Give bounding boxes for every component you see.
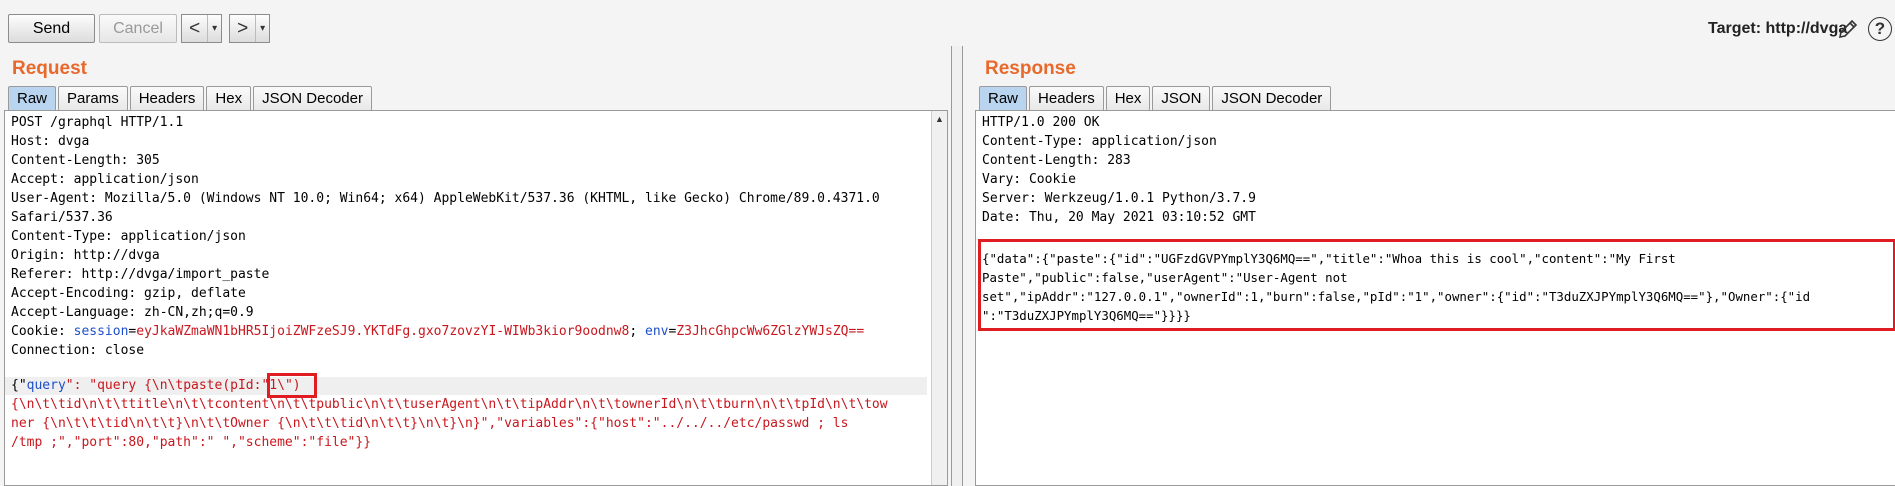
- request-title: Request: [12, 58, 87, 79]
- send-button[interactable]: Send: [8, 14, 95, 43]
- cancel-button[interactable]: Cancel: [99, 14, 177, 43]
- body-line: ner {\n\t\t\tid\n\t\t}\n\t\tOwner {\n\t\…: [11, 416, 849, 431]
- request-editor[interactable]: POST /graphql HTTP/1.1 Host: dvga Conten…: [4, 110, 948, 486]
- cookie-env-key: env: [645, 324, 669, 339]
- request-header: Connection: close: [11, 343, 145, 358]
- request-header: Content-Type: application/json: [11, 229, 246, 244]
- request-header: Content-Length: 305: [11, 153, 160, 168]
- body-query-key: query: [26, 378, 66, 393]
- cookie-session-value: eyJkaWZmaWN1bHR5IjoiZWFzeSJ9.YKTdFg.gxo7…: [136, 324, 630, 339]
- cookie-prefix: Cookie:: [11, 324, 74, 339]
- request-header: Origin: http://dvga: [11, 248, 160, 263]
- request-tab-headers[interactable]: Headers: [129, 86, 205, 110]
- response-header: Content-Type: application/json: [982, 134, 1217, 149]
- request-scrollbar[interactable]: ▲: [931, 111, 947, 485]
- response-tab-headers[interactable]: Headers: [1029, 86, 1104, 110]
- response-tab-json[interactable]: JSON: [1152, 86, 1211, 110]
- help-icon[interactable]: ?: [1868, 17, 1892, 41]
- request-header: Referer: http://dvga/import_paste: [11, 267, 270, 282]
- response-viewer[interactable]: HTTP/1.0 200 OK Content-Type: applicatio…: [975, 110, 1895, 486]
- request-tab-params[interactable]: Params: [58, 86, 128, 110]
- response-header: Content-Length: 283: [982, 153, 1131, 168]
- forward-arrow-icon[interactable]: >: [230, 15, 255, 42]
- request-line: POST /graphql HTTP/1.1: [11, 115, 184, 130]
- response-tabs: Raw Headers Hex JSON JSON Decoder: [979, 86, 1333, 110]
- response-panel: Response Raw Headers Hex JSON JSON Decod…: [962, 46, 1895, 486]
- request-tab-hex[interactable]: Hex: [206, 86, 252, 110]
- body-line: /tmp ;","port":80,"path":" ","scheme":"f…: [11, 435, 372, 450]
- response-title: Response: [985, 58, 1076, 79]
- response-tab-hex[interactable]: Hex: [1105, 86, 1151, 110]
- edit-pencil-icon[interactable]: [1836, 17, 1860, 41]
- pid-highlight-box: [267, 373, 317, 398]
- body-line: {"query": "query {\n\tpaste(pId:"1\"): [11, 376, 301, 395]
- forward-nav-group[interactable]: > ▾: [229, 14, 270, 43]
- request-header: Host: dvga: [11, 134, 90, 149]
- response-header: Date: Thu, 20 May 2021 03:10:52 GMT: [982, 210, 1256, 225]
- request-tab-json-decoder[interactable]: JSON Decoder: [253, 86, 372, 110]
- body-line: {\n\t\tid\n\t\ttitle\n\t\tcontent\n\t\tp…: [11, 397, 888, 412]
- request-header: Accept-Language: zh-CN,zh;q=0.9: [11, 305, 254, 320]
- forward-dropdown-icon[interactable]: ▾: [255, 15, 269, 42]
- target-label: Target: http://dvga: [1708, 20, 1848, 37]
- back-nav-group[interactable]: < ▾: [181, 14, 222, 43]
- toolbar: Send Cancel < ▾ > ▾ Target: http://dvga …: [0, 0, 1895, 46]
- back-dropdown-icon[interactable]: ▾: [207, 15, 221, 42]
- response-header: Vary: Cookie: [982, 172, 1076, 187]
- back-arrow-icon[interactable]: <: [182, 15, 207, 42]
- cookie-header: Cookie: session=eyJkaWZmaWN1bHR5IjoiZWFz…: [11, 324, 865, 339]
- body-brace: {": [11, 378, 27, 393]
- request-header: Accept: application/json: [11, 172, 199, 187]
- request-header: User-Agent: Mozilla/5.0 (Windows NT 10.0…: [11, 191, 880, 206]
- request-header: Accept-Encoding: gzip, deflate: [11, 286, 246, 301]
- status-line: HTTP/1.0 200 OK: [982, 115, 1100, 130]
- request-header: Safari/537.36: [11, 210, 113, 225]
- response-body-highlight-box: [978, 239, 1895, 331]
- request-tab-raw[interactable]: Raw: [8, 86, 57, 110]
- response-header: Server: Werkzeug/1.0.1 Python/3.7.9: [982, 191, 1256, 206]
- cookie-session-key: session: [73, 324, 129, 339]
- request-panel: Request Raw Params Headers Hex JSON Deco…: [0, 46, 952, 486]
- request-tabs: Raw Params Headers Hex JSON Decoder: [8, 86, 374, 110]
- cookie-env-value: Z3JhcGhpcWw6ZGlzYWJsZQ==: [676, 324, 865, 339]
- panel-divider[interactable]: [952, 46, 962, 486]
- body-query-value: ": "query {\n\tpaste(pId:: [65, 378, 262, 393]
- response-tab-json-decoder[interactable]: JSON Decoder: [1212, 86, 1332, 110]
- response-tab-raw[interactable]: Raw: [979, 86, 1028, 110]
- scroll-up-icon[interactable]: ▲: [933, 113, 946, 126]
